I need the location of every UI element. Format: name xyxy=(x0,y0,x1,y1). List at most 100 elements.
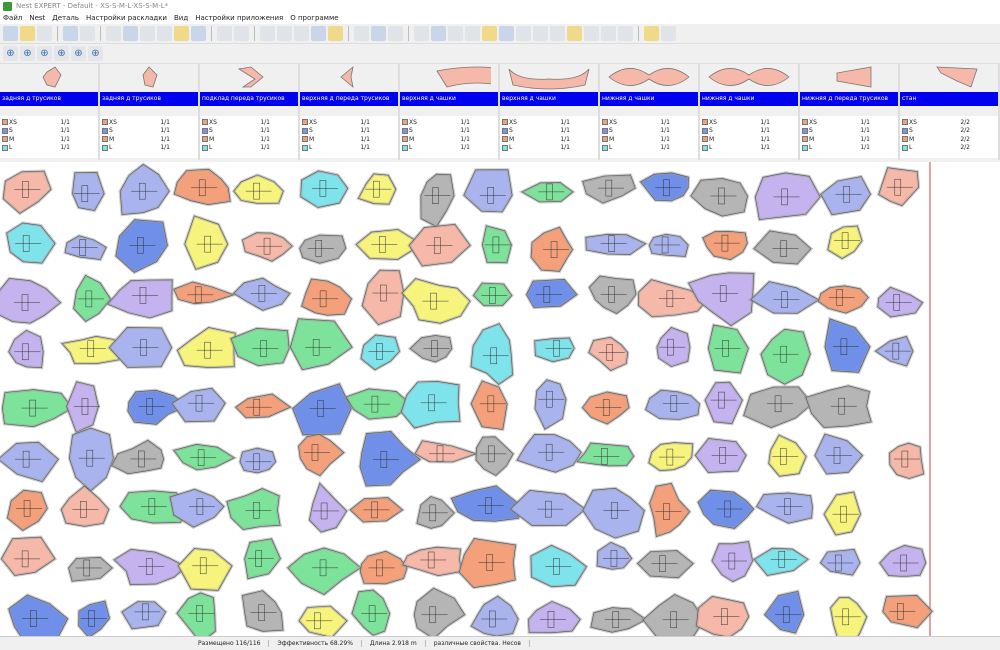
size-row[interactable]: XS 1/1 xyxy=(102,118,196,127)
size-row[interactable]: S 1/1 xyxy=(802,127,896,136)
nested-piece[interactable] xyxy=(887,441,926,481)
size-row[interactable]: S 1/1 xyxy=(202,127,296,136)
toolbar-nest-icon[interactable] xyxy=(260,26,275,41)
nested-piece[interactable] xyxy=(297,233,348,265)
toolbar-d-icon[interactable] xyxy=(482,26,497,41)
piece-name[interactable]: верхняя д переда трусиков xyxy=(300,92,398,106)
size-row[interactable]: S 1/1 xyxy=(402,127,496,136)
nested-piece[interactable] xyxy=(238,446,278,475)
size-row[interactable]: XS 1/1 xyxy=(602,118,696,127)
menu-view[interactable]: Вид xyxy=(174,14,188,22)
piece-card[interactable]: верхняя д переда трусиков XS 1/1 S 1/1 M 1/1 L 1… xyxy=(300,64,400,160)
toolbar-grid-icon[interactable] xyxy=(414,26,429,41)
menu-app-settings[interactable]: Настройки приложения xyxy=(195,14,283,22)
zoom-out-icon[interactable]: ⊕ xyxy=(20,46,35,61)
size-row[interactable]: M 1/1 xyxy=(202,135,296,144)
piece-card[interactable]: задняя д трусиков XS 1/1 S 1/1 M 1/1 L 1/1 xyxy=(0,64,100,160)
piece-name[interactable]: верхняя д чашки xyxy=(500,92,598,106)
nest-canvas[interactable] xyxy=(0,162,1000,636)
size-row[interactable]: S 1/1 xyxy=(702,127,796,136)
toolbar-m-icon[interactable] xyxy=(644,26,659,41)
toolbar-select-icon[interactable] xyxy=(63,26,78,41)
size-row[interactable]: L 1/1 xyxy=(602,144,696,153)
size-row[interactable]: XS 1/1 xyxy=(302,118,396,127)
toolbar-save-icon[interactable] xyxy=(3,26,18,41)
piece-scroll[interactable] xyxy=(400,106,498,115)
zoom-in-icon[interactable]: ⊕ xyxy=(3,46,18,61)
toolbar-h-icon[interactable] xyxy=(550,26,565,41)
piece-card[interactable]: нижняя д переда трусиков XS 1/1 S 1/1 M 1/1 L 1/… xyxy=(800,64,900,160)
nested-piece[interactable] xyxy=(694,594,751,636)
toolbar-nest2-icon[interactable] xyxy=(277,26,292,41)
piece-scroll[interactable] xyxy=(900,106,998,115)
toolbar-refresh-icon[interactable] xyxy=(388,26,403,41)
size-row[interactable]: M 1/1 xyxy=(402,135,496,144)
piece-name[interactable]: нижняя д чашки xyxy=(600,92,698,106)
toolbar-nest3-icon[interactable] xyxy=(294,26,309,41)
piece-scroll[interactable] xyxy=(300,106,398,115)
size-row[interactable]: L 1/1 xyxy=(802,144,896,153)
size-row[interactable]: M 1/1 xyxy=(802,135,896,144)
nested-piece[interactable] xyxy=(471,281,514,308)
toolbar-f-icon[interactable] xyxy=(516,26,531,41)
toolbar-frame-icon[interactable] xyxy=(354,26,369,41)
toolbar-delete-icon[interactable] xyxy=(174,26,189,41)
size-row[interactable]: XS 1/1 xyxy=(702,118,796,127)
piece-name[interactable]: нижняя д переда трусиков xyxy=(800,92,898,106)
size-row[interactable]: M 1/1 xyxy=(702,135,796,144)
nested-piece[interactable] xyxy=(70,170,106,213)
size-row[interactable]: L 1/1 xyxy=(102,144,196,153)
size-row[interactable]: S 1/1 xyxy=(2,127,96,136)
size-row[interactable]: L 1/1 xyxy=(502,144,596,153)
piece-scroll[interactable] xyxy=(100,106,198,115)
size-row[interactable]: S 1/1 xyxy=(502,127,596,136)
menu-about[interactable]: О программе xyxy=(290,14,338,22)
size-row[interactable]: L 2/2 xyxy=(902,144,996,153)
toolbar-disabled-icon[interactable] xyxy=(191,26,206,41)
toolbar-c-icon[interactable] xyxy=(465,26,480,41)
piece-name[interactable]: подклад переда трусиков xyxy=(200,92,298,106)
size-row[interactable]: M 1/1 xyxy=(102,135,196,144)
toolbar-i-icon[interactable] xyxy=(567,26,582,41)
piece-scroll[interactable] xyxy=(800,106,898,115)
toolbar-nest5-icon[interactable] xyxy=(328,26,343,41)
size-row[interactable]: L 1/1 xyxy=(402,144,496,153)
piece-name[interactable]: задняя д трусиков xyxy=(0,92,98,106)
toolbar-nest4-icon[interactable] xyxy=(311,26,326,41)
toolbar-pointer-icon[interactable] xyxy=(80,26,95,41)
toolbar-g-icon[interactable] xyxy=(533,26,548,41)
piece-scroll[interactable] xyxy=(0,106,98,115)
nested-piece[interactable] xyxy=(647,232,690,259)
toolbar-e-icon[interactable] xyxy=(499,26,514,41)
menu-detail[interactable]: Деталь xyxy=(52,14,79,22)
piece-card[interactable]: нижняя д чашки XS 1/1 S 1/1 M 1/1 L 1/1 xyxy=(700,64,800,160)
piece-name[interactable]: задняя д трусиков xyxy=(100,92,198,106)
size-row[interactable]: M 1/1 xyxy=(502,135,596,144)
toolbar-b-icon[interactable] xyxy=(448,26,463,41)
zoom-page-icon[interactable]: ⊕ xyxy=(88,46,103,61)
piece-card[interactable]: подклад переда трусиков XS 1/1 S 1/1 M 1/1 L 1/1 xyxy=(200,64,300,160)
piece-card[interactable]: задняя д трусиков XS 1/1 S 1/1 M 1/1 L 1/1 xyxy=(100,64,200,160)
size-row[interactable]: M 1/1 xyxy=(2,135,96,144)
piece-card[interactable]: стан XS 2/2 S 2/2 M 2/2 L 2/2 xyxy=(900,64,1000,160)
nested-piece[interactable] xyxy=(299,169,350,210)
size-row[interactable]: XS 2/2 xyxy=(902,118,996,127)
size-row[interactable]: XS 1/1 xyxy=(502,118,596,127)
toolbar-open-icon[interactable] xyxy=(20,26,35,41)
piece-card[interactable]: верхняя д чашки XS 1/1 S 1/1 M 1/1 L 1/1 xyxy=(500,64,600,160)
menu-nest[interactable]: Nest xyxy=(29,14,45,22)
menu-file[interactable]: Файл xyxy=(3,14,22,22)
size-row[interactable]: S 2/2 xyxy=(902,127,996,136)
toolbar-print-icon[interactable] xyxy=(37,26,52,41)
nested-piece[interactable] xyxy=(643,388,702,422)
size-row[interactable]: XS 1/1 xyxy=(402,118,496,127)
menu-layout-settings[interactable]: Настройки раскладки xyxy=(86,14,167,22)
piece-scroll[interactable] xyxy=(700,106,798,115)
piece-card[interactable]: верхняя д чашки XS 1/1 S 1/1 M 1/1 L 1/1 xyxy=(400,64,500,160)
size-row[interactable]: L 1/1 xyxy=(202,144,296,153)
size-row[interactable]: XS 1/1 xyxy=(202,118,296,127)
piece-scroll[interactable] xyxy=(200,106,298,115)
size-row[interactable]: L 1/1 xyxy=(302,144,396,153)
toolbar-k-icon[interactable] xyxy=(601,26,616,41)
toolbar-l-icon[interactable] xyxy=(618,26,633,41)
